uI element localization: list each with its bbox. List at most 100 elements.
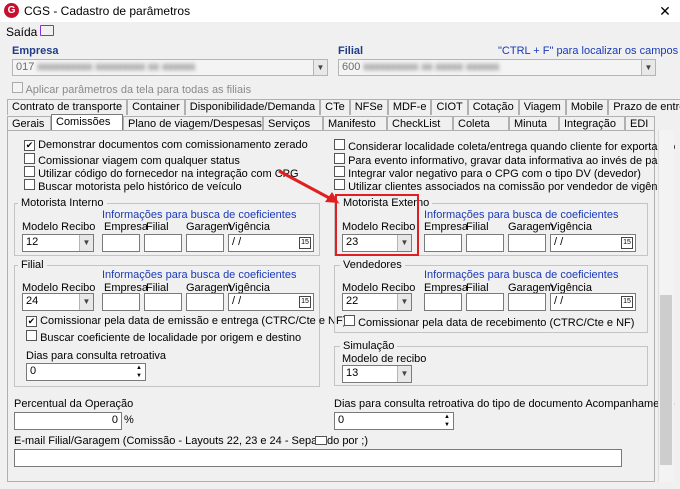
garagem-input[interactable] (508, 234, 546, 252)
scrollbar-thumb[interactable] (660, 295, 672, 465)
tab-cte[interactable]: CTe (320, 99, 350, 115)
check-label: Demonstrar documentos com comissionament… (38, 139, 308, 151)
tab-disponibilidade[interactable]: Disponibilidade/Demanda (184, 99, 321, 115)
checkbox-checked-icon[interactable]: ✔ (24, 140, 35, 151)
checkbox-icon[interactable] (24, 153, 35, 164)
tab-mobile[interactable]: Mobile (565, 99, 609, 115)
dias-tipo-doc-spinner[interactable]: 0 ▲ ▼ (334, 412, 454, 430)
empresa-input[interactable] (424, 234, 462, 252)
chevron-down-icon[interactable]: ▼ (79, 294, 93, 310)
checkbox-icon[interactable] (24, 179, 35, 190)
shortcut-hint: "CTRL + F" para localizar os campos (498, 45, 679, 57)
empresa-input[interactable] (102, 234, 140, 252)
chevron-down-icon[interactable]: ▼ (79, 235, 93, 251)
tab-contrato[interactable]: Contrato de transporte (7, 99, 128, 115)
dias-retroativa-label: Dias para consulta retroativa (26, 350, 167, 362)
empresa-col-label: Empresa (424, 221, 469, 233)
empresa-label: Empresa (12, 45, 59, 57)
check-label: Buscar coeficiente de localidade por ori… (40, 332, 302, 344)
envelope-icon (315, 436, 327, 445)
modelo-recibo-combo[interactable]: 24 ▼ (22, 293, 94, 311)
calendar-icon[interactable]: 15 (621, 296, 633, 308)
garagem-input[interactable] (186, 234, 224, 252)
garagem-input[interactable] (186, 293, 224, 311)
tab-viagem[interactable]: Viagem (518, 99, 566, 115)
check-data-recebimento[interactable]: Comissionar pela data de recebimento (CT… (344, 315, 634, 329)
check-coeficiente-localidade[interactable]: Buscar coeficiente de localidade por ori… (26, 330, 301, 344)
filial-label: Filial (338, 45, 364, 57)
spinner-arrows-icon[interactable]: ▲ ▼ (133, 364, 145, 380)
check-considerar-localidade[interactable]: Considerar localidade coleta/entrega qua… (334, 139, 675, 153)
email-input[interactable] (14, 449, 622, 467)
check-data-emissao[interactable]: ✔ Comissionar pela data de emissão e ent… (26, 315, 346, 327)
filial-col-label: Filial (146, 221, 169, 233)
highlight-box (335, 194, 419, 256)
monitor-icon[interactable] (40, 25, 54, 36)
empresa-input[interactable] (102, 293, 140, 311)
apply-all-checkbox[interactable]: Aplicar parâmetros da tela para todas as… (12, 82, 251, 96)
chevron-down-icon[interactable]: ▼ (397, 294, 411, 310)
vigencia-date-input[interactable]: / /15 (550, 234, 636, 252)
apply-all-label: Aplicar parâmetros da tela para todas as… (25, 84, 252, 96)
modelo-recibo-combo[interactable]: 22 ▼ (342, 293, 412, 311)
filial-input[interactable] (144, 234, 182, 252)
menu-exit[interactable]: Saída (6, 25, 37, 39)
empresa-col-label: Empresa (104, 221, 149, 233)
checkbox-icon[interactable] (334, 139, 345, 150)
checkbox-icon[interactable] (334, 153, 345, 164)
check-valor-negativo[interactable]: Integrar valor negativo para o CPG com o… (334, 166, 641, 180)
modelo-recibo-combo[interactable]: 12 ▼ (22, 234, 94, 252)
spinner-arrows-icon[interactable]: ▲ ▼ (441, 413, 453, 429)
checkbox-checked-icon[interactable]: ✔ (26, 316, 37, 327)
checkbox-icon[interactable] (26, 330, 37, 341)
calendar-icon[interactable]: 15 (299, 296, 311, 308)
checkbox-icon[interactable] (344, 315, 355, 326)
vigencia-date-input[interactable]: / /15 (228, 293, 314, 311)
info-busca-label: Informações para busca de coeficientes (424, 209, 619, 221)
dias-retroativa-spinner[interactable]: 0 ▲ ▼ (26, 363, 146, 381)
modelo-de-recibo-label: Modelo de recibo (342, 353, 427, 365)
chevron-down-icon[interactable]: ▼ (397, 366, 411, 382)
check-demonstrar[interactable]: ✔ Demonstrar documentos com comissioname… (24, 139, 308, 151)
tab-cotacao[interactable]: Cotação (467, 99, 519, 115)
check-evento-informativo[interactable]: Para evento informativo, gravar data inf… (334, 153, 673, 167)
chevron-down-icon[interactable]: ▼ (641, 60, 655, 75)
vigencia-col-label: Vigência (228, 221, 270, 233)
filial-combo[interactable]: 600 xxxxxxxxxx xx xxxxx xxxxxx ▼ (338, 59, 656, 76)
tab-prazo[interactable]: Prazo de entrega (608, 99, 680, 115)
empresa-combo[interactable]: 017 xxxxxxxxxx xxxxxxxxx xx xxxxxx ▼ (12, 59, 328, 76)
vigencia-col-label: Vigência (550, 221, 592, 233)
checkbox-icon[interactable] (12, 82, 23, 93)
garagem-input[interactable] (508, 293, 546, 311)
tab-container[interactable]: Container (127, 99, 185, 115)
tab-nfse[interactable]: NFSe (349, 99, 388, 115)
motorista-interno-title: Motorista Interno (18, 197, 107, 209)
filial-input[interactable] (466, 293, 504, 311)
check-label: Considerar localidade coleta/entrega qua… (348, 141, 676, 153)
empresa-input[interactable] (424, 293, 462, 311)
calendar-icon[interactable]: 15 (621, 237, 633, 249)
check-buscar-motorista[interactable]: Buscar motorista pelo histórico de veícu… (24, 179, 242, 193)
tab-ciot[interactable]: CIOT (431, 99, 468, 115)
check-comissionar-viagem[interactable]: Comissionar viagem com qualquer status (24, 153, 240, 167)
percentual-input[interactable]: 0 (14, 412, 122, 430)
info-busca-label: Informações para busca de coeficientes (102, 269, 297, 281)
info-busca-label: Informações para busca de coeficientes (424, 269, 619, 281)
check-codigo-fornecedor[interactable]: Utilizar código do fornecedor na integra… (24, 166, 299, 180)
simulacao-modelo-combo[interactable]: 13 ▼ (342, 365, 412, 383)
check-label: Utilizar clientes associados na comissão… (348, 181, 672, 193)
calendar-icon[interactable]: 15 (299, 237, 311, 249)
tab-mdfe[interactable]: MDF-e (387, 99, 432, 115)
filial-input[interactable] (466, 234, 504, 252)
vigencia-date-input[interactable]: / /15 (550, 293, 636, 311)
chevron-down-icon[interactable]: ▼ (313, 60, 327, 75)
filial-group-title: Filial (18, 259, 47, 271)
title-bar: G CGS - Cadastro de parâmetros ✕ (0, 0, 680, 22)
checkbox-icon[interactable] (24, 166, 35, 177)
modelo-recibo-label: Modelo Recibo (22, 221, 96, 233)
close-button[interactable]: ✕ (652, 1, 678, 21)
vigencia-date-input[interactable]: / /15 (228, 234, 314, 252)
check-clientes-associados[interactable]: Utilizar clientes associados na comissão… (334, 179, 672, 193)
app-logo-icon: G (4, 3, 19, 18)
filial-input[interactable] (144, 293, 182, 311)
